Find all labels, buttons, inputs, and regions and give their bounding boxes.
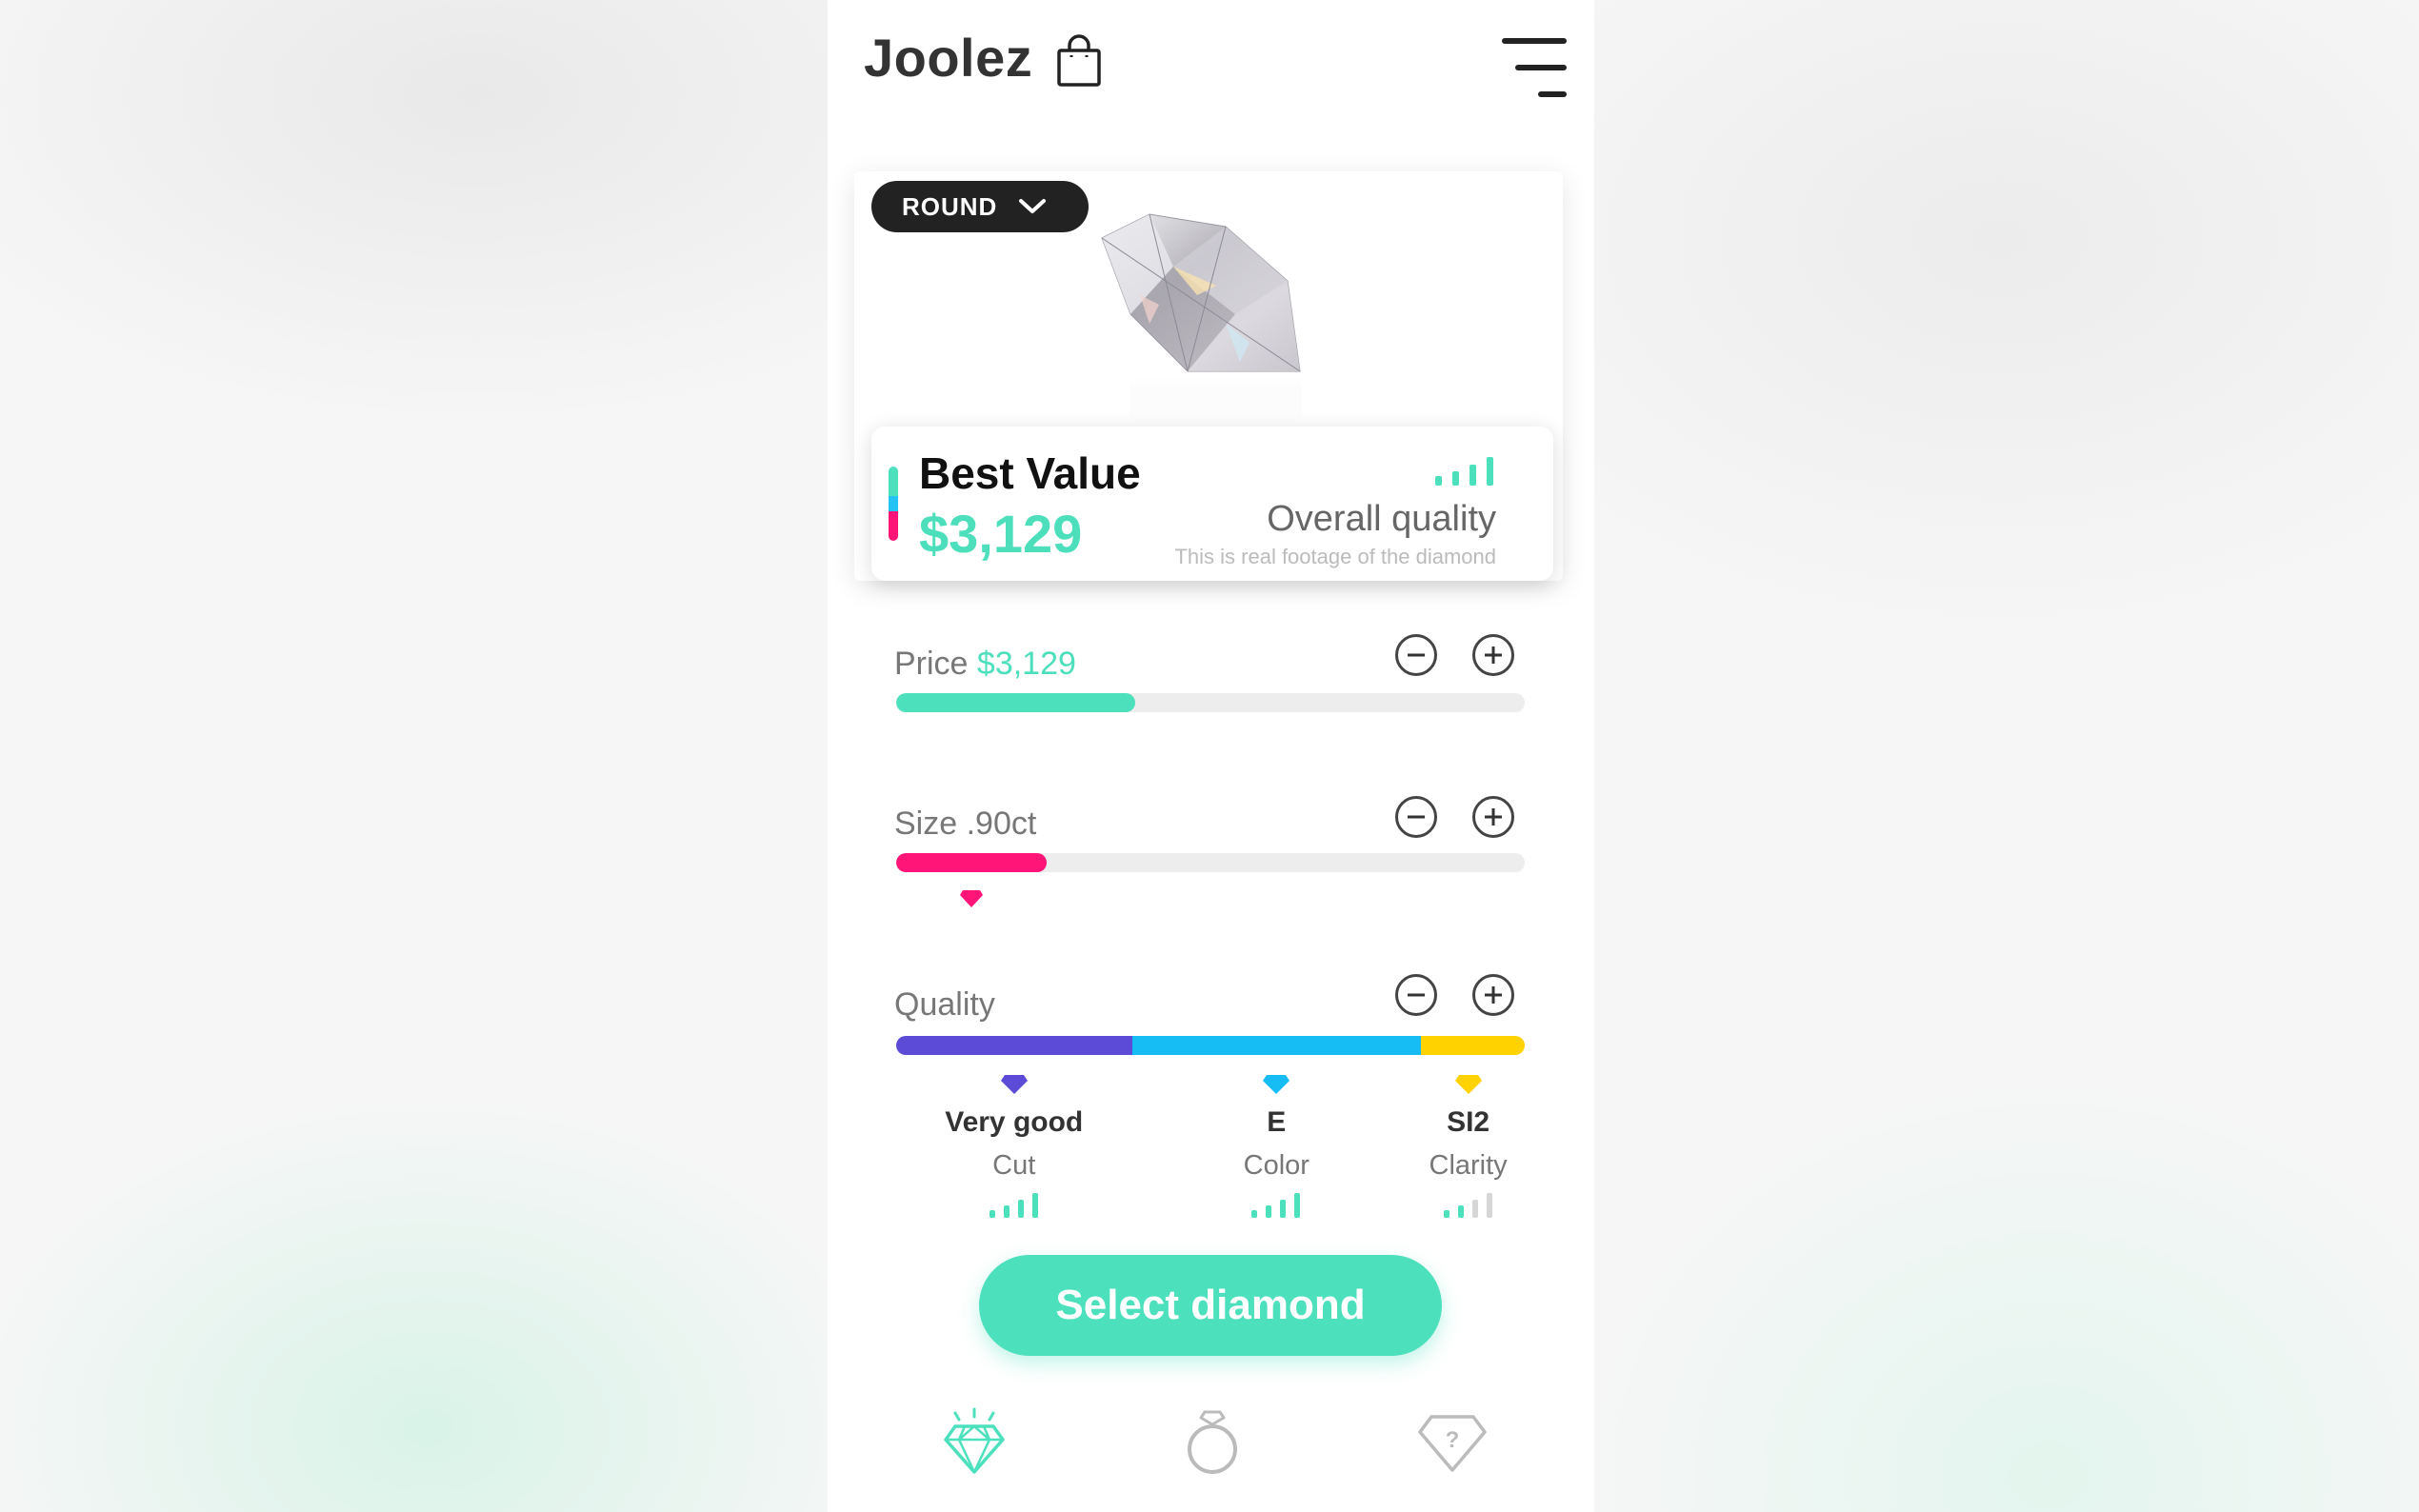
minus-icon [1408, 993, 1425, 997]
quality-value: E [1267, 1106, 1287, 1138]
overall-quality-label: Overall quality [1267, 499, 1496, 539]
quality-value: Very good [945, 1106, 1084, 1138]
price-value: $3,129 [976, 646, 1076, 682]
size-decrease-button[interactable] [1395, 796, 1437, 838]
plus-icon [1485, 647, 1502, 664]
diamond-icon[interactable] [942, 1407, 1007, 1476]
plus-icon [1485, 986, 1502, 1004]
best-value-card: Best Value $3,129 Overall quality This i… [871, 427, 1553, 581]
quality-decrease-button[interactable] [1395, 974, 1437, 1016]
diamond-question-icon[interactable]: ? [1418, 1413, 1487, 1474]
quality-segment-color [1131, 1036, 1422, 1055]
quality-segment-cut [896, 1036, 1132, 1055]
size-slider-fill [896, 853, 1048, 872]
hamburger-menu-icon[interactable] [1502, 36, 1567, 99]
app-screen: Joolez ROUND Best Value $3,129 Overall q… [828, 0, 1594, 1512]
size-slider-track[interactable] [896, 853, 1525, 872]
card-price: $3,129 [919, 504, 1083, 564]
quality-increase-button[interactable] [1472, 974, 1514, 1016]
quality-label: Color [1243, 1150, 1309, 1181]
quality-diamond-marker-icon [1263, 1075, 1290, 1094]
overall-quality-signal-icon [1435, 457, 1493, 486]
quality-slider-label: Quality [894, 986, 995, 1023]
price-decrease-button[interactable] [1395, 634, 1437, 676]
price-slider-fill [896, 693, 1135, 712]
quality-slider-track[interactable] [896, 1036, 1525, 1055]
quality-item-cut: Very good Cut [910, 1074, 1119, 1218]
price-slider-track[interactable] [896, 693, 1525, 712]
brand-logo[interactable]: Joolez [864, 27, 1032, 89]
price-label-text: Price [894, 646, 969, 682]
ring-icon[interactable] [1184, 1409, 1241, 1476]
quality-label: Cut [992, 1150, 1036, 1181]
plus-icon [1485, 808, 1502, 826]
size-slider-label: Size .90ct [894, 806, 1037, 842]
quality-signal-icon [989, 1193, 1038, 1218]
quality-signal-icon [1251, 1193, 1301, 1218]
size-diamond-marker-icon [960, 890, 984, 907]
round-diamond-image [1101, 213, 1302, 424]
select-diamond-button[interactable]: Select diamond [979, 1255, 1442, 1356]
price-increase-button[interactable] [1472, 634, 1514, 676]
quality-diamond-marker-icon [1000, 1075, 1028, 1094]
quality-item-clarity: SI2 Clarity [1364, 1074, 1573, 1218]
quality-value: SI2 [1447, 1106, 1490, 1138]
minus-icon [1408, 815, 1425, 819]
quality-breakdown: Very good Cut E Color SI2 Clarity [828, 1074, 1594, 1226]
shape-dropdown-label: ROUND [902, 191, 998, 221]
quality-segment-clarity [1421, 1036, 1525, 1055]
shopping-bag-icon[interactable] [1056, 34, 1102, 88]
svg-text:?: ? [1446, 1427, 1460, 1453]
price-slider-label: Price $3,129 [894, 646, 1076, 683]
chevron-down-icon [1019, 199, 1047, 213]
shape-dropdown[interactable]: ROUND [871, 181, 1089, 232]
quality-signal-icon [1443, 1193, 1492, 1218]
accent-bar [889, 467, 898, 541]
card-title: Best Value [919, 448, 1141, 498]
quality-item-color: E Color [1171, 1074, 1381, 1218]
quality-diamond-marker-icon [1454, 1075, 1482, 1094]
quality-label: Clarity [1429, 1150, 1508, 1181]
size-increase-button[interactable] [1472, 796, 1514, 838]
footage-note: This is real footage of the diamond [1174, 545, 1496, 568]
minus-icon [1408, 653, 1425, 657]
